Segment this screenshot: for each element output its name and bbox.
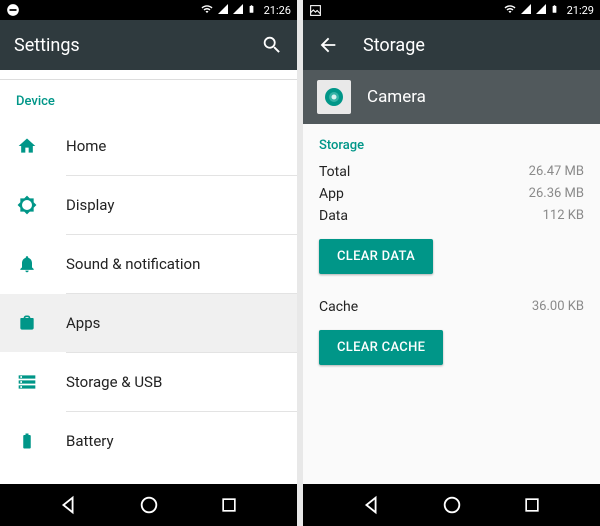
toolbar: Settings	[0, 20, 297, 70]
section-label: Device	[0, 80, 297, 117]
status-time: 21:26	[264, 4, 291, 17]
storage-screen: 21:29 Storage Camera Storage Total 26.47…	[303, 0, 600, 526]
storage-icon	[16, 372, 38, 392]
bell-icon	[16, 254, 38, 274]
nav-bar	[0, 484, 297, 526]
app-header: Camera	[303, 70, 600, 124]
row-label: Total	[319, 161, 350, 183]
battery-icon	[247, 2, 256, 19]
row-value: 26.36 MB	[529, 183, 584, 205]
page-title: Storage	[363, 35, 425, 56]
menu-item-apps[interactable]: Apps	[0, 294, 297, 352]
search-icon[interactable]	[261, 34, 283, 56]
screenshot-icon	[309, 4, 322, 17]
page-title: Settings	[14, 35, 80, 56]
signal-icon	[232, 3, 244, 18]
wifi-icon	[200, 3, 214, 18]
app-name: Camera	[367, 87, 426, 107]
menu-item-storage[interactable]: Storage & USB	[0, 353, 297, 411]
apps-icon	[16, 313, 38, 333]
storage-content: Storage Total 26.47 MB App 26.36 MB Data…	[303, 124, 600, 484]
menu-item-sound[interactable]: Sound & notification	[0, 235, 297, 293]
menu-label: Sound & notification	[66, 255, 200, 273]
back-nav-icon[interactable]	[358, 492, 384, 518]
menu-label: Storage & USB	[66, 373, 162, 391]
row-value: 112 KB	[543, 205, 584, 227]
wifi-icon	[503, 3, 517, 18]
row-label: App	[319, 183, 344, 205]
back-nav-icon[interactable]	[55, 492, 81, 518]
home-nav-icon[interactable]	[439, 492, 465, 518]
signal-icon	[520, 3, 532, 18]
home-nav-icon[interactable]	[136, 492, 162, 518]
menu-item-battery[interactable]: Battery	[0, 412, 297, 470]
status-bar: 21:26	[0, 0, 297, 20]
settings-content: Device Home Display Sound & notification	[0, 70, 297, 484]
menu-label: Battery	[66, 432, 114, 450]
status-bar: 21:29	[303, 0, 600, 20]
menu-label: Apps	[66, 314, 100, 332]
menu-label: Home	[66, 137, 106, 155]
row-label: Data	[319, 205, 348, 227]
section-label: Storage	[319, 124, 584, 161]
back-icon[interactable]	[317, 34, 339, 56]
row-value: 36.00 KB	[532, 296, 584, 318]
status-time: 21:29	[567, 4, 594, 17]
brightness-icon	[16, 195, 38, 215]
row-cache: Cache 36.00 KB	[319, 296, 584, 318]
menu-label: Display	[66, 196, 114, 214]
signal-icon	[217, 3, 229, 18]
battery-icon	[550, 2, 559, 19]
menu-item-home[interactable]: Home	[0, 117, 297, 175]
home-icon	[16, 136, 38, 156]
clear-cache-button[interactable]: CLEAR CACHE	[319, 330, 443, 365]
menu-item-display[interactable]: Display	[0, 176, 297, 234]
signal-icon	[535, 3, 547, 18]
battery-icon	[16, 431, 38, 451]
row-data: Data 112 KB	[319, 205, 584, 227]
row-value: 26.47 MB	[529, 161, 584, 183]
camera-icon	[317, 80, 351, 114]
dnd-icon	[6, 3, 20, 17]
clear-data-button[interactable]: CLEAR DATA	[319, 239, 433, 274]
nav-bar	[303, 484, 600, 526]
row-label: Cache	[319, 296, 358, 318]
row-app: App 26.36 MB	[319, 183, 584, 205]
recent-nav-icon[interactable]	[519, 492, 545, 518]
toolbar: Storage	[303, 20, 600, 70]
row-total: Total 26.47 MB	[319, 161, 584, 183]
settings-screen: 21:26 Settings Device Home Display	[0, 0, 297, 526]
recent-nav-icon[interactable]	[216, 492, 242, 518]
